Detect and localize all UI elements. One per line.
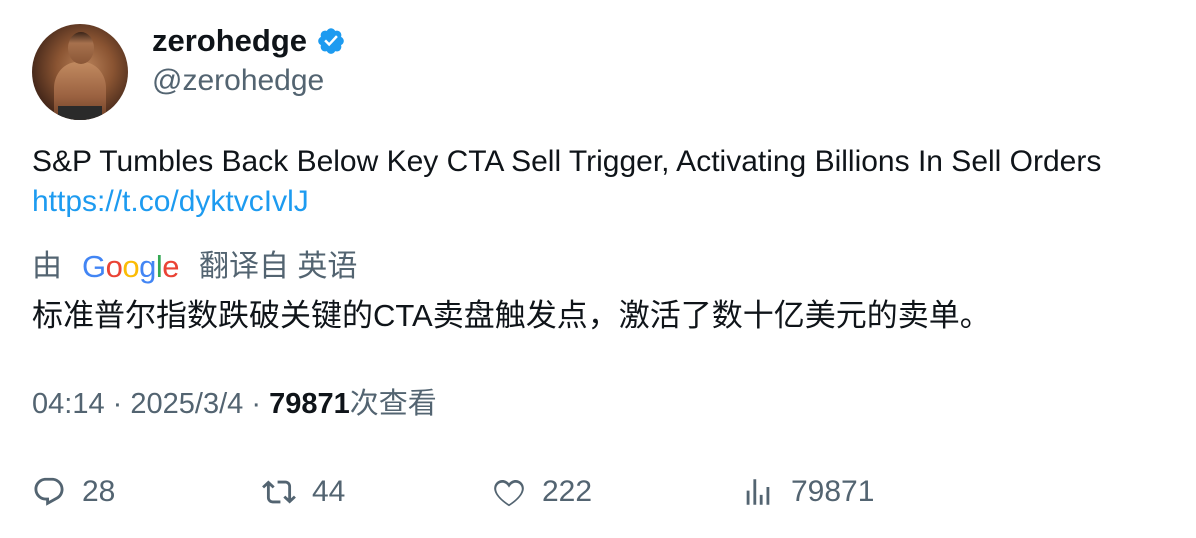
retweet-count: 44 [312,475,346,508]
retweet-icon [262,480,296,504]
tweet-body: S&P Tumbles Back Below Key CTA Sell Trig… [32,145,1102,178]
author-name[interactable]: zerohedge [152,22,346,60]
action-bar: 28 44 222 79871 [0,472,1196,512]
analytics-icon [746,479,770,505]
translation-prefix: 由 [32,250,62,283]
like-count: 222 [542,475,593,508]
views-label: 次查看 [349,388,437,420]
tweet-link[interactable]: https://t.co/dyktvcIvlJ [32,185,309,218]
avatar-head [68,32,94,64]
meta-separator: · [251,388,261,420]
meta-separator: · [112,388,123,420]
author-handle[interactable]: @zerohedge [152,62,324,100]
verified-badge-icon [318,28,344,54]
display-name[interactable]: zerohedge [152,22,307,60]
view-count: 79871 [269,388,350,420]
translation-attribution: 由 Google 翻译自 英语 [32,246,357,288]
tweet-meta: 04:14 · 2025/3/4 · 79871次查看 [32,384,437,424]
heart-icon [494,479,524,507]
google-logo[interactable]: Google [82,246,180,288]
author-avatar[interactable] [32,24,128,120]
tweet-time[interactable]: 04:14 [32,388,105,420]
retweet-button[interactable]: 44 [262,472,345,512]
reply-count: 28 [82,475,116,508]
like-button[interactable]: 222 [492,472,592,512]
tweet-date[interactable]: 2025/3/4 [130,388,243,420]
views-count: 79871 [791,475,875,508]
tweet-text: S&P Tumbles Back Below Key CTA Sell Trig… [32,142,1132,222]
reply-icon [34,477,64,506]
translation-suffix: 翻译自 英语 [199,250,358,283]
reply-button[interactable]: 28 [32,472,115,512]
translated-text: 标准普尔指数跌破关键的CTA卖盘触发点，激活了数十亿美元的卖单。 [32,298,991,333]
views-button[interactable]: 79871 [741,472,874,512]
avatar-shorts [58,106,102,120]
